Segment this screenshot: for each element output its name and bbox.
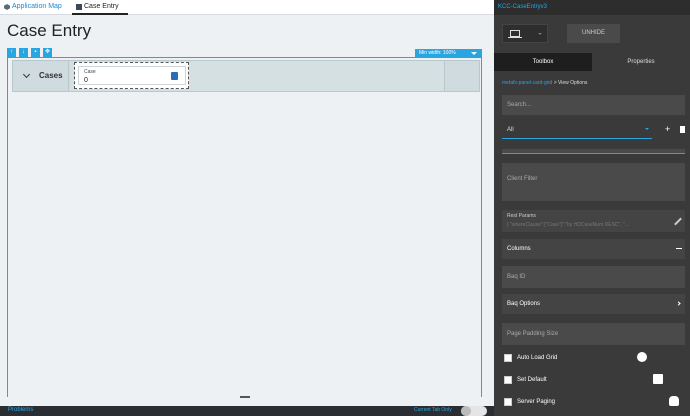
chevron-down-icon	[471, 52, 477, 55]
page-title: Case Entry	[7, 21, 92, 40]
device-selector[interactable]	[502, 24, 548, 43]
bottom-bar: Problems Current Tab Only	[0, 406, 494, 416]
filter-select-value: All	[507, 127, 514, 133]
checkbox-label: Server Paging	[517, 399, 556, 405]
trash-icon[interactable]	[680, 126, 685, 133]
min-width-dropdown[interactable]: Min width: 100%	[415, 49, 482, 58]
document-search-icon[interactable]	[171, 72, 178, 80]
current-tab-only-toggle[interactable]	[461, 406, 487, 416]
set-default-checkbox[interactable]: Set Default	[502, 374, 685, 388]
unhide-button[interactable]: UNHIDE	[567, 24, 620, 43]
property-field[interactable]	[502, 149, 685, 154]
page-padding-input[interactable]: Page Padding Size	[502, 323, 685, 345]
laptop-icon	[508, 30, 522, 39]
breadcrumb-current: View Options	[558, 80, 588, 86]
auto-load-grid-checkbox[interactable]: Auto Load Grid	[502, 352, 685, 366]
tab-case-entry[interactable]: Case Entry	[72, 0, 128, 15]
layout-icon	[76, 4, 82, 10]
breadcrumb-link[interactable]: metafx-panel-card-grid	[502, 80, 552, 86]
arrow-down-icon[interactable]: ↓	[19, 48, 28, 57]
filter-select[interactable]: All	[502, 121, 652, 139]
collapse-icon[interactable]	[676, 248, 682, 249]
columns-label: Columns	[507, 246, 531, 252]
case-field[interactable]: Case 0	[78, 66, 186, 85]
move-icon[interactable]: ✥	[43, 48, 52, 57]
add-icon[interactable]: +	[665, 124, 670, 134]
server-paging-checkbox[interactable]: Server Paging	[502, 396, 685, 410]
app-header: KCC-CaseEntryv3	[494, 0, 690, 406]
application-map-icon	[4, 4, 10, 10]
tab-label: Case Entry	[84, 3, 119, 10]
resize-handle[interactable]	[240, 396, 250, 398]
properties-panel: KCC-CaseEntryv3 UNHIDE Toolbox Propertie…	[494, 0, 690, 416]
columns-section[interactable]: Columns	[502, 239, 685, 259]
panel-header[interactable]: Cases	[13, 61, 69, 91]
chevron-down-icon	[538, 33, 542, 35]
baq-options-section[interactable]: Baq Options	[502, 294, 685, 314]
baq-options-label: Baq Options	[507, 301, 541, 307]
case-field-card[interactable]: Case 0	[74, 62, 189, 89]
checkbox-box[interactable]	[504, 376, 512, 384]
breadcrumb: metafx-panel-card-grid > View Options	[502, 80, 587, 86]
panel-title: Cases	[39, 71, 63, 80]
toggle-knob	[461, 406, 471, 416]
chevron-down-icon[interactable]	[22, 70, 31, 79]
canvas-frame	[7, 57, 482, 397]
current-tab-only-label: Current Tab Only	[414, 407, 452, 413]
min-width-label: Min width: 100%	[419, 50, 456, 56]
tab-bar: Application Map Case Entry	[0, 0, 494, 15]
panel-tabs: Toolbox Properties	[494, 53, 690, 71]
tab-label: Application Map	[12, 3, 62, 10]
search-input[interactable]: Search...	[502, 95, 685, 115]
case-field-label: Case	[84, 69, 96, 75]
checkbox-box[interactable]	[504, 398, 512, 406]
arrow-up-icon[interactable]: ↑	[7, 48, 16, 57]
tab-properties[interactable]: Properties	[592, 53, 690, 71]
rest-params-label: Rest Params	[507, 213, 536, 219]
chevron-down-icon	[645, 128, 649, 130]
checkbox-label: Auto Load Grid	[517, 355, 558, 361]
baq-id-input[interactable]: Baq ID	[502, 266, 685, 288]
case-field-value[interactable]: 0	[84, 77, 88, 84]
designer-area: Application Map Case Entry Case Entry ↑ …	[0, 0, 494, 416]
tab-application-map[interactable]: Application Map	[0, 0, 68, 15]
checkbox-box[interactable]	[504, 354, 512, 362]
chevron-right-icon	[676, 301, 681, 306]
delete-icon[interactable]: ▪	[31, 48, 40, 57]
app-name[interactable]: KCC-CaseEntryv3	[498, 4, 547, 10]
problems-link[interactable]: Problems	[8, 407, 33, 413]
rest-params-value: { "whereClause":["Case"]":"by HDCaseNum …	[507, 222, 630, 228]
client-filter-input[interactable]: Client Filter	[502, 163, 685, 201]
tab-toolbox[interactable]: Toolbox	[494, 53, 592, 71]
edit-icon[interactable]	[674, 217, 682, 226]
checkbox-label: Set Default	[517, 377, 547, 383]
rest-params-field[interactable]: Rest Params { "whereClause":["Case"]":"b…	[502, 210, 685, 232]
